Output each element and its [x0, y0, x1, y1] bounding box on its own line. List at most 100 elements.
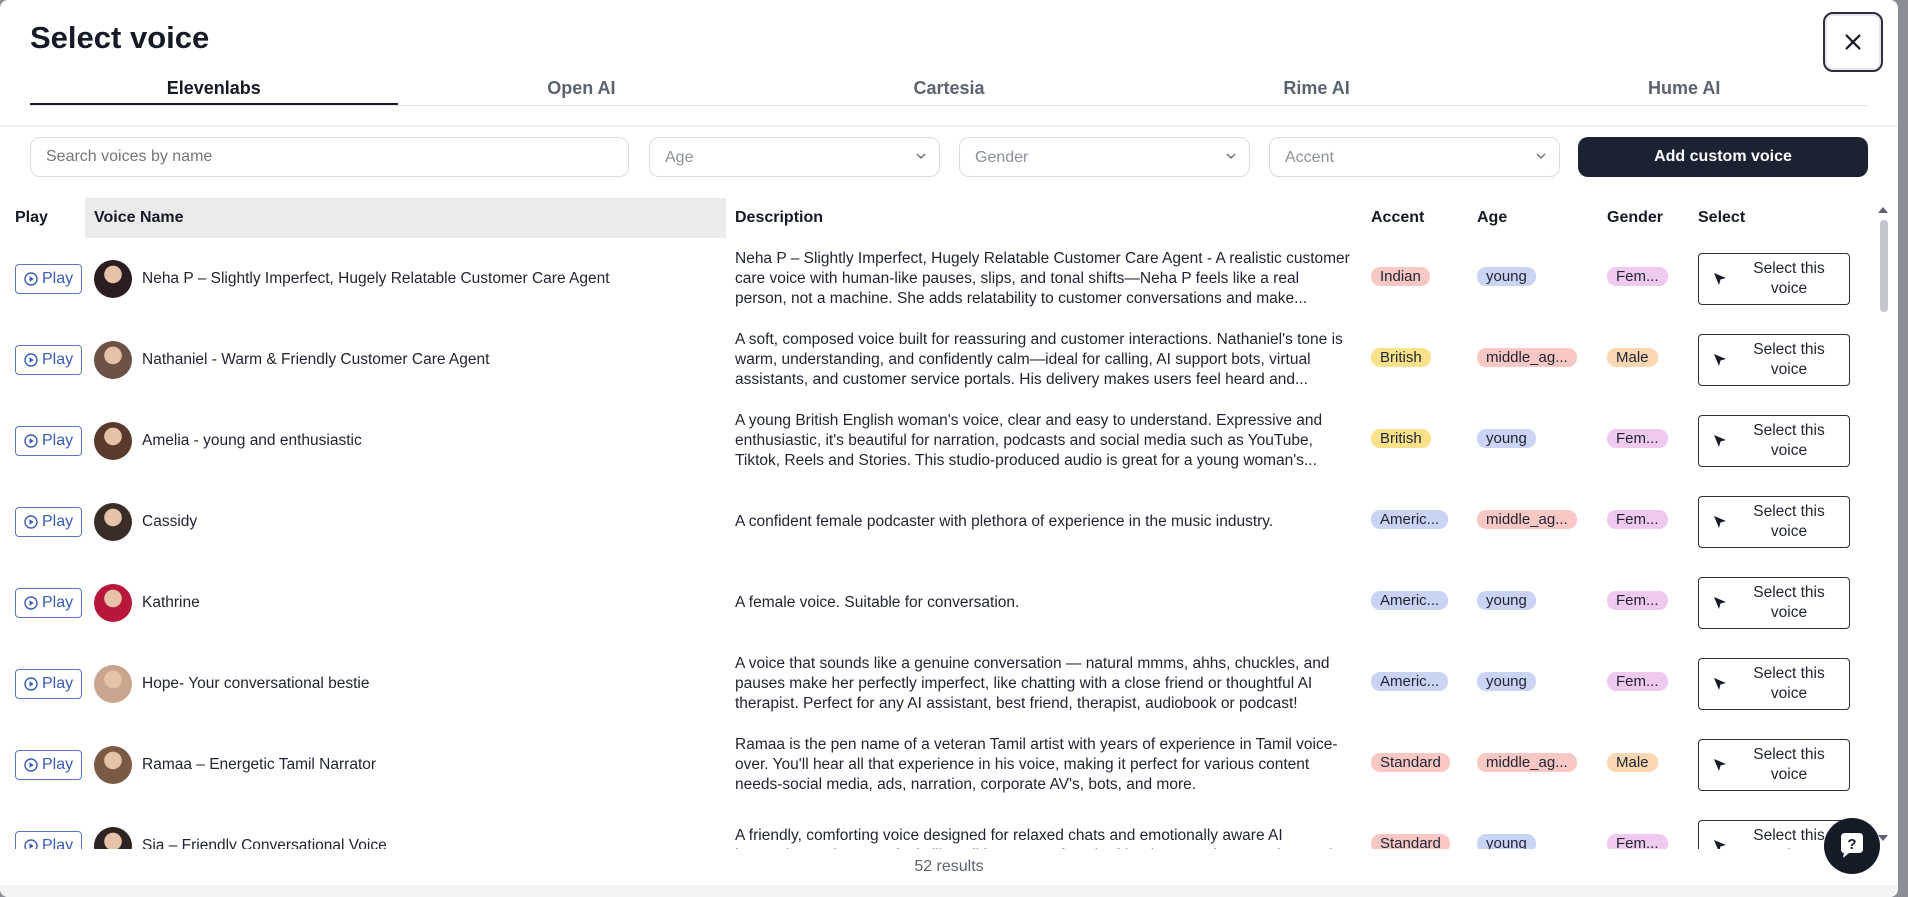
tab-rime-ai[interactable]: Rime AI	[1133, 72, 1501, 105]
description-cell: A friendly, comforting voice designed fo…	[726, 805, 1362, 850]
voice-description: A soft, composed voice built for reassur…	[735, 330, 1343, 388]
age-select-placeholder: Age	[665, 149, 694, 166]
tab-hume-ai[interactable]: Hume AI	[1500, 72, 1868, 105]
cursor-pointer-icon	[1714, 839, 1726, 849]
select-cell: Select this voice	[1689, 319, 1866, 400]
voice-description: A young British English woman's voice, c…	[735, 411, 1323, 469]
table-header-row: Play Voice Name Description Accent Age G…	[6, 198, 1866, 238]
play-button[interactable]: Play	[15, 425, 83, 456]
gender-select-placeholder: Gender	[975, 149, 1029, 166]
voice-name-cell: Amelia - young and enthusiastic	[85, 400, 726, 481]
select-voice-button[interactable]: Select this voice	[1698, 495, 1850, 548]
avatar	[94, 745, 132, 784]
select-voice-button[interactable]: Select this voice	[1698, 576, 1850, 629]
voice-name-cell: Cassidy	[85, 481, 726, 562]
tab-elevenlabs[interactable]: Elevenlabs	[30, 72, 398, 105]
column-header-age: Age	[1477, 209, 1508, 226]
help-button[interactable]: ?	[1824, 818, 1880, 874]
voice-name-cell: Sia – Friendly Conversational Voice	[85, 805, 726, 849]
cursor-pointer-icon	[1714, 272, 1726, 285]
description-cell: A soft, composed voice built for reassur…	[726, 319, 1362, 400]
play-button[interactable]: Play	[15, 587, 83, 618]
add-custom-voice-button[interactable]: Add custom voice	[1578, 137, 1868, 177]
gender-select[interactable]: Gender	[959, 137, 1250, 177]
play-button[interactable]: Play	[15, 749, 83, 780]
tab-cartesia[interactable]: Cartesia	[765, 72, 1133, 105]
column-header-select: Select	[1698, 209, 1746, 226]
play-circle-icon	[24, 595, 38, 610]
voice-description: A friendly, comforting voice designed fo…	[735, 826, 1332, 850]
age-cell: young	[1468, 805, 1598, 849]
results-count: 52 results	[914, 858, 984, 875]
gender-badge: Fem...	[1607, 428, 1668, 448]
age-select[interactable]: Age	[649, 137, 940, 177]
select-cell: Select this voice	[1689, 562, 1866, 643]
select-voice-button[interactable]: Select this voice	[1698, 414, 1850, 467]
play-cell: Play	[6, 643, 85, 724]
accent-badge: Standard	[1371, 752, 1450, 772]
voice-description: Ramaa is the pen name of a veteran Tamil…	[735, 735, 1338, 793]
accent-select[interactable]: Accent	[1269, 137, 1560, 177]
accent-badge: Americ...	[1371, 509, 1449, 529]
age-cell: young	[1468, 643, 1598, 724]
scrollbar-thumb[interactable]	[1880, 220, 1888, 312]
column-header-gender: Gender	[1607, 209, 1664, 226]
play-button[interactable]: Play	[15, 506, 83, 537]
accent-badge: Indian	[1371, 266, 1430, 286]
select-cell: Select this voice	[1689, 643, 1866, 724]
play-button[interactable]: Play	[15, 830, 83, 849]
column-header-voice-name[interactable]: Voice Name	[85, 198, 726, 238]
age-cell: middle_ag...	[1468, 319, 1598, 400]
voice-description: A confident female podcaster with pletho…	[735, 512, 1274, 530]
search-input[interactable]	[30, 137, 629, 177]
voice-description: A female voice. Suitable for conversatio…	[735, 593, 1020, 611]
scroll-up-arrow[interactable]	[1876, 202, 1890, 214]
select-voice-button[interactable]: Select this voice	[1698, 252, 1850, 305]
play-button[interactable]: Play	[15, 668, 83, 699]
play-cell: Play	[6, 805, 85, 849]
select-voice-modal: Select voice Elevenlabs Open AI Cartesia…	[0, 0, 1898, 897]
play-button[interactable]: Play	[15, 344, 83, 375]
gender-badge: Fem...	[1607, 833, 1668, 849]
chevron-down-icon	[916, 153, 926, 160]
accent-cell: Americ...	[1362, 481, 1468, 562]
voice-name-cell: Ramaa – Energetic Tamil Narrator	[85, 724, 726, 805]
voice-rows: Play Neha P – Slightly Imperfect, Hugely…	[6, 238, 1866, 849]
play-circle-icon	[24, 514, 38, 529]
voice-description: Neha P – Slightly Imperfect, Hugely Rela…	[735, 249, 1350, 307]
accent-badge: British	[1371, 347, 1431, 367]
description-cell: A confident female podcaster with pletho…	[726, 481, 1362, 562]
chevron-down-icon	[1536, 153, 1546, 160]
select-voice-button[interactable]: Select this voice	[1698, 738, 1850, 791]
play-label: Play	[42, 755, 74, 773]
select-voice-button[interactable]: Select this voice	[1698, 333, 1850, 386]
help-icon: ?	[1841, 833, 1863, 858]
accent-cell: British	[1362, 319, 1468, 400]
gender-badge: Male	[1607, 347, 1658, 367]
age-cell: middle_ag...	[1468, 724, 1598, 805]
play-button[interactable]: Play	[15, 263, 83, 294]
play-circle-icon	[24, 271, 38, 286]
accent-cell: Standard	[1362, 724, 1468, 805]
column-header-description: Description	[735, 209, 824, 226]
accent-badge: Americ...	[1371, 671, 1449, 691]
close-button[interactable]	[1823, 12, 1883, 72]
select-voice-button[interactable]: Select this voice	[1698, 657, 1850, 710]
voice-name-cell: Nathaniel - Warm & Friendly Customer Car…	[85, 319, 726, 400]
gender-cell: Fem...	[1598, 400, 1689, 481]
play-label: Play	[42, 431, 74, 449]
avatar	[94, 826, 132, 849]
tab-open-ai[interactable]: Open AI	[398, 72, 766, 105]
gender-cell: Fem...	[1598, 643, 1689, 724]
avatar	[94, 421, 132, 460]
cursor-pointer-icon	[1714, 677, 1726, 690]
voice-name: Neha P – Slightly Imperfect, Hugely Rela…	[142, 269, 610, 287]
gender-badge: Fem...	[1607, 590, 1668, 610]
gender-badge: Fem...	[1607, 266, 1668, 286]
cursor-pointer-icon	[1714, 758, 1726, 771]
gender-cell: Fem...	[1598, 805, 1689, 849]
table-row: Play Kathrine A female voice. Suitable f…	[6, 562, 1866, 643]
age-badge: young	[1477, 428, 1536, 448]
voice-name: Cassidy	[142, 512, 198, 530]
play-cell: Play	[6, 481, 85, 562]
